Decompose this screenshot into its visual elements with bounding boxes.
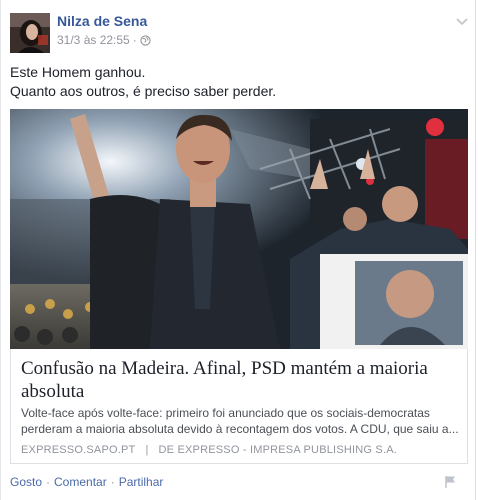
link-card-divider: | bbox=[145, 444, 149, 456]
post-text-line: Quanto aos outros, é preciso saber perde… bbox=[10, 83, 277, 99]
link-card-image[interactable] bbox=[10, 109, 468, 349]
meta-separator: · bbox=[132, 33, 137, 47]
author-name[interactable]: Nilza de Sena bbox=[57, 13, 147, 29]
link-card-description: Volte-face após volte-face: primeiro foi… bbox=[21, 406, 459, 436]
post-text-line: Este Homem ganhou. bbox=[10, 64, 146, 80]
link-card[interactable]: Confusão na Madeira. Afinal, PSD mantém … bbox=[10, 349, 468, 464]
globe-icon[interactable] bbox=[140, 34, 151, 46]
action-separator: · bbox=[110, 475, 115, 489]
flag-icon[interactable] bbox=[444, 475, 458, 489]
post-actions: Gosto · Comentar · Partilhar bbox=[10, 475, 163, 489]
post-meta: 31/3 às 22:55 · bbox=[57, 33, 151, 47]
feed-post: Nilza de Sena 31/3 às 22:55 · Este Homem… bbox=[0, 0, 476, 500]
post-timestamp[interactable]: 31/3 às 22:55 bbox=[57, 33, 130, 47]
comment-link[interactable]: Comentar bbox=[54, 475, 107, 489]
share-link[interactable]: Partilhar bbox=[119, 475, 164, 489]
link-card-domain: EXPRESSO.SAPO.PT bbox=[21, 444, 136, 456]
link-card-source: EXPRESSO.SAPO.PT | DE EXPRESSO - IMPRESA… bbox=[21, 444, 397, 456]
chevron-down-icon[interactable] bbox=[455, 14, 469, 26]
like-link[interactable]: Gosto bbox=[10, 475, 42, 489]
link-card-publisher[interactable]: DE EXPRESSO - IMPRESA PUBLISHING S.A. bbox=[159, 444, 397, 456]
post-text: Este Homem ganhou. Quanto aos outros, é … bbox=[10, 63, 276, 101]
avatar[interactable] bbox=[10, 13, 50, 53]
action-separator: · bbox=[46, 475, 51, 489]
link-card-title[interactable]: Confusão na Madeira. Afinal, PSD mantém … bbox=[21, 357, 459, 403]
